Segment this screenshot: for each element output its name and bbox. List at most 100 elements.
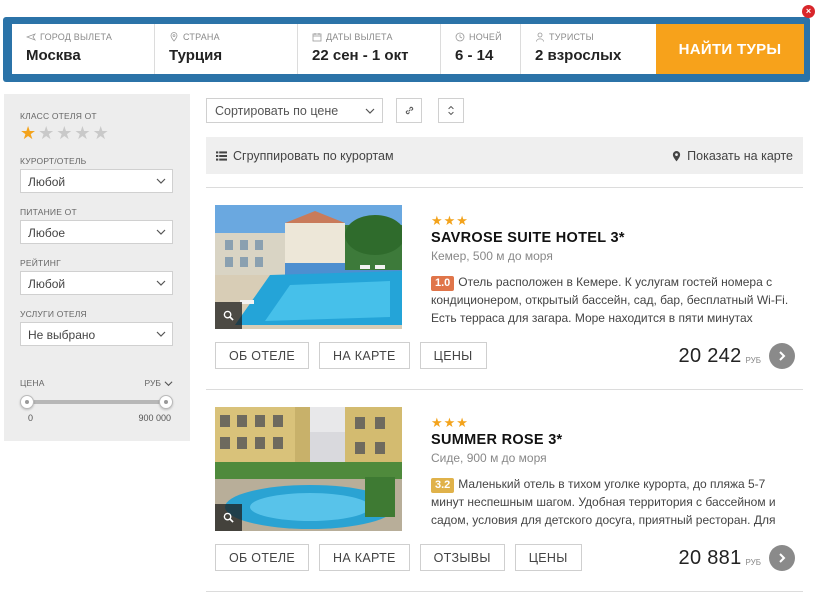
country-label: Страна bbox=[183, 32, 220, 42]
services-select-value: Не выбрано bbox=[28, 328, 96, 342]
hotel-location: Кемер, 500 м до моря bbox=[431, 249, 553, 263]
hotel-location: Сиде, 900 м до моря bbox=[431, 451, 547, 465]
resort-select[interactable]: Любой bbox=[20, 169, 173, 193]
meal-select-value: Любое bbox=[28, 226, 66, 240]
hotel-photo[interactable] bbox=[215, 205, 402, 329]
hotel-description-text: Отель расположен в Кемере. К услугам гос… bbox=[431, 275, 789, 325]
dates-value: 22 сен - 1 окт bbox=[312, 47, 409, 64]
star-icon[interactable]: ★ bbox=[20, 124, 36, 142]
hotel-card: ★★★ SUMMER ROSE 3* Сиде, 900 м до моря 3… bbox=[206, 389, 803, 579]
departure-city-value: Москва bbox=[26, 47, 81, 64]
prices-button[interactable]: ЦЕНЫ bbox=[419, 342, 487, 369]
currency-select[interactable]: РУБ bbox=[145, 378, 173, 388]
hotel-class-label: Класс отеля от bbox=[20, 111, 97, 121]
price-max: 900 000 bbox=[138, 413, 171, 423]
rating-select[interactable]: Любой bbox=[20, 271, 173, 295]
hotel-photo[interactable] bbox=[215, 407, 402, 531]
rating-badge: 3.2 bbox=[431, 478, 455, 493]
hotel-description: 3.2 Маленький отель в тихом уголке курорт… bbox=[431, 475, 793, 529]
hotel-description-text: Маленький отель в тихом уголке курорта, … bbox=[431, 477, 776, 527]
price-currency: РУБ bbox=[745, 557, 762, 567]
calendar-icon bbox=[312, 33, 322, 42]
group-by-resort-toggle[interactable]: Сгруппировать по курортам bbox=[216, 149, 394, 163]
group-bar: Сгруппировать по курортам Показать на ка… bbox=[206, 137, 803, 174]
nights-value: 6 - 14 bbox=[455, 47, 494, 64]
dates-field[interactable]: Даты вылета 22 сен - 1 окт bbox=[298, 24, 441, 74]
location-pin-icon bbox=[170, 32, 178, 42]
country-value: Турция bbox=[169, 47, 223, 64]
chevron-down-icon bbox=[156, 331, 166, 337]
hotel-price: 20 242 РУБ bbox=[679, 343, 795, 369]
reviews-button[interactable]: ОТЗЫВЫ bbox=[419, 544, 505, 571]
show-on-map-label: Показать на карте bbox=[687, 148, 793, 163]
map-pin-icon bbox=[673, 150, 681, 161]
tourists-field[interactable]: Туристы 2 взрослых bbox=[521, 24, 656, 74]
close-icon[interactable]: × bbox=[802, 5, 815, 18]
magnifier-icon bbox=[223, 512, 234, 523]
search-bar: Город вылета Москва Страна Турция Даты в… bbox=[3, 17, 810, 82]
about-hotel-button[interactable]: ОБ ОТЕЛЕ bbox=[215, 544, 310, 571]
chevron-down-icon bbox=[164, 380, 173, 386]
star-icon[interactable]: ★ bbox=[93, 124, 109, 142]
open-offer-button[interactable] bbox=[769, 343, 795, 369]
search-form: Город вылета Москва Страна Турция Даты в… bbox=[12, 24, 804, 74]
divider bbox=[206, 591, 803, 592]
departure-city-field[interactable]: Город вылета Москва bbox=[12, 24, 155, 74]
on-map-button[interactable]: НА КАРТЕ bbox=[319, 544, 410, 571]
services-select[interactable]: Не выбрано bbox=[20, 322, 173, 346]
price-slider-track bbox=[26, 400, 167, 404]
price-slider-max-handle[interactable] bbox=[159, 395, 173, 409]
resort-select-value: Любой bbox=[28, 175, 66, 189]
hotel-stars: ★★★ bbox=[431, 415, 469, 430]
hotel-name[interactable]: SAVROSE SUITE HOTEL 3* bbox=[431, 230, 625, 246]
zoom-button[interactable] bbox=[215, 504, 242, 531]
price-value: 20 242 bbox=[678, 344, 742, 367]
services-label: Услуги отеля bbox=[20, 309, 87, 319]
price-label: Цена bbox=[20, 378, 45, 388]
dates-label: Даты вылета bbox=[326, 32, 393, 42]
meal-select[interactable]: Любое bbox=[20, 220, 173, 244]
sort-select-value: Сортировать по цене bbox=[215, 104, 339, 118]
moon-icon bbox=[455, 32, 465, 42]
chevron-right-icon bbox=[779, 351, 786, 361]
nights-field[interactable]: Ночей 6 - 14 bbox=[441, 24, 521, 74]
hotel-price: 20 881 РУБ bbox=[679, 545, 795, 571]
chevron-right-icon bbox=[779, 553, 786, 563]
currency-value: РУБ bbox=[144, 378, 161, 388]
hotel-class-stars[interactable]: ★ ★ ★ ★ ★ bbox=[20, 124, 190, 142]
filters-panel: Класс отеля от ★ ★ ★ ★ ★ Курорт/отель Лю… bbox=[4, 94, 190, 441]
country-field[interactable]: Страна Турция bbox=[155, 24, 298, 74]
hotel-description: 1.0 Отель расположен в Кемере. К услугам … bbox=[431, 273, 793, 327]
about-hotel-button[interactable]: ОБ ОТЕЛЕ bbox=[215, 342, 310, 369]
tourists-label: Туристы bbox=[549, 32, 594, 42]
rating-label: Рейтинг bbox=[20, 258, 61, 268]
price-value: 20 881 bbox=[678, 546, 742, 569]
hotel-name[interactable]: SUMMER ROSE 3* bbox=[431, 432, 563, 448]
plane-icon bbox=[26, 33, 36, 41]
star-icon[interactable]: ★ bbox=[38, 124, 54, 142]
find-tours-button[interactable]: НАЙТИ ТУРЫ bbox=[656, 24, 804, 74]
tourists-value: 2 взрослых bbox=[535, 47, 622, 64]
rating-badge: 1.0 bbox=[431, 276, 455, 291]
meal-label: Питание от bbox=[20, 207, 77, 217]
sort-arrows-icon bbox=[448, 105, 454, 116]
departure-city-label: Город вылета bbox=[40, 32, 113, 42]
hotel-stars: ★★★ bbox=[431, 213, 469, 228]
nights-label: Ночей bbox=[469, 32, 502, 42]
group-by-resort-label: Сгруппировать по курортам bbox=[233, 148, 394, 163]
open-offer-button[interactable] bbox=[769, 545, 795, 571]
zoom-button[interactable] bbox=[215, 302, 242, 329]
sort-direction-button[interactable] bbox=[438, 98, 464, 123]
sort-select[interactable]: Сортировать по цене bbox=[206, 98, 383, 123]
chevron-down-icon bbox=[156, 178, 166, 184]
price-slider-min-handle[interactable] bbox=[20, 395, 34, 409]
link-button[interactable] bbox=[396, 98, 422, 123]
prices-button[interactable]: ЦЕНЫ bbox=[514, 544, 582, 571]
hotel-photo-image bbox=[215, 407, 402, 531]
star-icon[interactable]: ★ bbox=[74, 124, 90, 142]
show-on-map-link[interactable]: Показать на карте bbox=[672, 149, 793, 163]
on-map-button[interactable]: НА КАРТЕ bbox=[319, 342, 410, 369]
price-slider[interactable] bbox=[20, 393, 173, 411]
star-icon[interactable]: ★ bbox=[56, 124, 72, 142]
resort-label: Курорт/отель bbox=[20, 156, 87, 166]
